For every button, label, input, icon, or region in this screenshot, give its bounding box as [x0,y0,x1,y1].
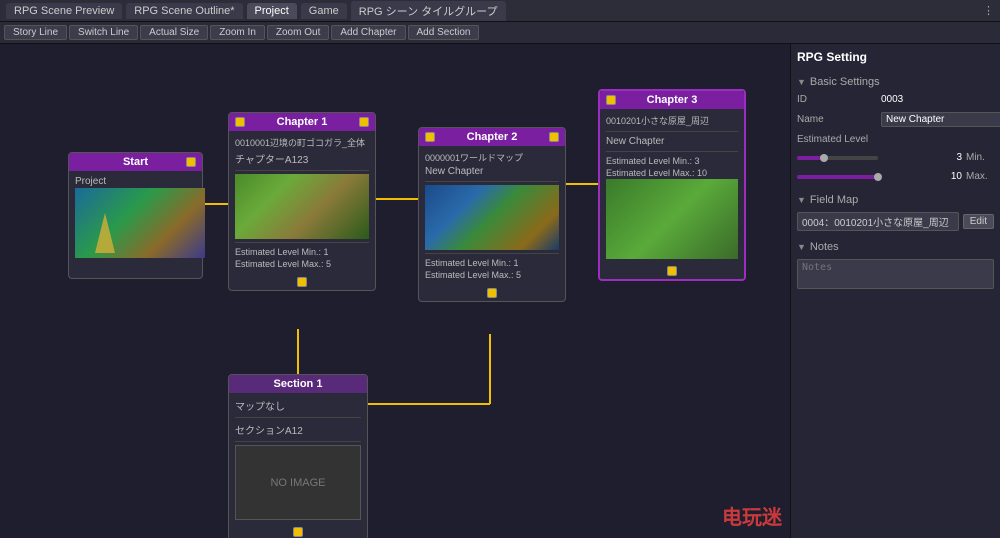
max-slider-row: 10 Max. [797,171,994,182]
right-panel: RPG Setting ▼ Basic Settings ID 0003 Nam… [790,44,1000,538]
chapter1-body: 0010001辺境の町ゴコガラ_全体 チャプターA123 Estimated L… [229,131,375,274]
max-slider-thumb[interactable] [874,173,882,181]
section1-image: NO IMAGE [235,445,361,520]
panel-title: RPG Setting [797,50,994,64]
btn-add-chapter[interactable]: Add Chapter [331,25,405,40]
field-map-edit-btn[interactable]: Edit [963,214,994,229]
start-image [75,188,205,258]
min-slider-thumb[interactable] [820,154,828,162]
name-row: Name [797,112,994,127]
title-bar: RPG Scene Preview RPG Scene Outline* Pro… [0,0,1000,22]
btn-zoom-in[interactable]: Zoom In [210,25,265,40]
chapter3-body: 0010201小さな原屋_周辺 New Chapter Estimated Le… [600,109,744,263]
watermark: 电玩迷 [722,501,782,530]
chapter2-connector-bottom [487,288,497,298]
id-row: ID 0003 [797,94,994,105]
chapter2-footer [419,285,565,301]
tab-rpg-scene-preview[interactable]: RPG Scene Preview [6,3,122,19]
btn-add-section[interactable]: Add Section [408,25,480,40]
max-value: 10 [882,171,963,182]
chapter1-connector-right [359,117,369,127]
chapter3-connector-bottom [667,266,677,276]
section1-body: マップなし セクションA12 NO IMAGE [229,393,367,524]
start-node[interactable]: Start Project [68,152,203,279]
min-label: Min. [966,152,994,163]
tab-project[interactable]: Project [247,3,297,19]
basic-arrow: ▼ [797,77,806,87]
max-label: Max. [966,171,994,182]
name-label: Name [797,114,877,125]
name-input[interactable] [881,112,1000,127]
min-slider-row: 3 Min. [797,152,994,163]
start-connector-right [186,157,196,167]
btn-zoom-out[interactable]: Zoom Out [267,25,329,40]
tab-game[interactable]: Game [301,3,347,19]
notes-textarea[interactable] [797,259,994,289]
id-value: 0003 [881,94,994,105]
section1-connector-bottom [293,527,303,537]
btn-story-line[interactable]: Story Line [4,25,67,40]
section1-header: Section 1 [229,375,367,393]
chapter1-footer [229,274,375,290]
chapter1-node[interactable]: Chapter 1 0010001辺境の町ゴコガラ_全体 チャプターA123 E… [228,112,376,291]
section1-node[interactable]: Section 1 マップなし セクションA12 NO IMAGE [228,374,368,538]
field-map-value: 0004：0010201小さな原屋_周辺 [797,212,959,231]
toolbar: Story Line Switch Line Actual Size Zoom … [0,22,1000,44]
field-map-row: 0004：0010201小さな原屋_周辺 Edit [797,212,994,231]
notes-arrow: ▼ [797,242,806,252]
max-slider-fill [797,175,878,179]
basic-settings-header[interactable]: ▼ Basic Settings [797,76,994,88]
start-node-header: Start [69,153,202,171]
start-node-body: Project [69,171,202,262]
chapter2-connector-left [425,132,435,142]
chapter2-header: Chapter 2 [419,128,565,146]
btn-actual-size[interactable]: Actual Size [140,25,208,40]
section1-footer [229,524,367,538]
chapter2-node[interactable]: Chapter 2 0000001ワールドマップ New Chapter Est… [418,127,566,302]
chapter3-connector-left [606,95,616,105]
chapter1-connector-bottom [297,277,307,287]
chapter2-body: 0000001ワールドマップ New Chapter Estimated Lev… [419,146,565,285]
canvas-area[interactable]: Start Project Chapter 1 0010001辺境の町ゴコガラ_… [0,44,790,538]
chapter3-footer [600,263,744,279]
min-slider-track[interactable] [797,156,878,160]
notes-header[interactable]: ▼ Notes [797,241,994,253]
chapter1-header: Chapter 1 [229,113,375,131]
min-slider-fill [797,156,821,160]
chapter1-connector-left [235,117,245,127]
start-footer [69,262,202,278]
main-area: Start Project Chapter 1 0010001辺境の町ゴコガラ_… [0,44,1000,538]
estimated-level-row: Estimated Level [797,134,994,145]
chapter3-node[interactable]: Chapter 3 0010201小さな原屋_周辺 New Chapter Es… [598,89,746,281]
min-value: 3 [882,152,963,163]
chapter3-image [606,179,738,259]
btn-switch-line[interactable]: Switch Line [69,25,138,40]
chapter2-image [425,185,559,250]
estimated-level-label: Estimated Level [797,134,877,145]
chapter2-connector-right [549,132,559,142]
field-map-header[interactable]: ▼ Field Map [797,194,994,206]
chapter3-header: Chapter 3 [600,91,744,109]
tab-tile-group[interactable]: RPG シーン タイルグループ [351,1,506,21]
tab-rpg-scene-outline[interactable]: RPG Scene Outline* [126,3,242,19]
menu-icon[interactable]: ⋮ [983,4,994,17]
id-label: ID [797,94,877,105]
max-slider-track[interactable] [797,175,878,179]
field-map-arrow: ▼ [797,195,806,205]
chapter1-image [235,174,369,239]
